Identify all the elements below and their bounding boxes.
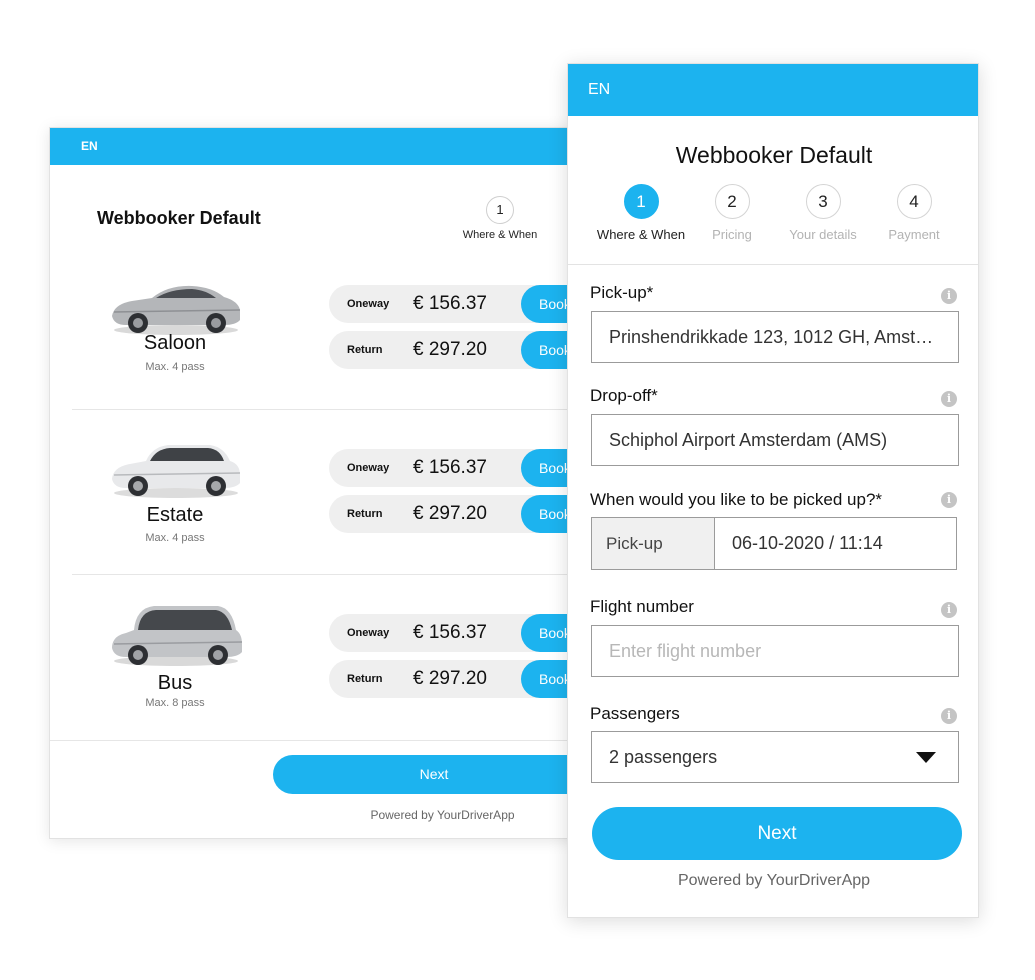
vehicle-capacity: Max. 4 pass [145,532,205,544]
estate-car-image [112,445,241,498]
powered-by: Powered by YourDriverApp [677,872,871,889]
flight-number-label: Flight number [590,597,694,616]
fare-price: € 156.37 [413,457,487,478]
step-where-when[interactable]: 1 Where & When [591,184,691,242]
passengers-value: 2 passengers [609,747,718,767]
vehicle-name: Bus [157,672,193,694]
pickup-datetime-prefix: Pick-up [592,518,715,569]
dropoff-input[interactable]: Schiphol Airport Amsterdam (AMS) [591,414,959,466]
step-label: Where & When [462,229,538,241]
desktop-booking-window: EN Webbooker Default 1 Where & When Salo… [49,127,609,839]
step-label: Your details [789,227,857,242]
steps-divider [568,264,978,265]
step-number: 1 [486,196,514,224]
pickup-datetime-field[interactable]: Pick-up 06-10-2020 / 11:14 [591,517,957,570]
vehicle-capacity: Max. 4 pass [145,361,205,373]
chevron-down-icon [916,752,936,763]
fare-type-label: Return [347,508,383,520]
info-icon[interactable]: i [941,288,957,304]
step-pricing[interactable]: 2 Pricing [682,184,782,242]
step-indicator: 1 Where & When [455,196,545,241]
fare-type-label: Oneway [347,298,390,310]
mobile-booking-window: EN Webbooker Default 1 Where & When 2 Pr… [567,63,979,918]
fare-price: € 297.20 [413,503,487,524]
passengers-label: Passengers [590,704,680,723]
step-number: 2 [714,184,750,219]
step-label: Payment [888,227,940,242]
language-selector[interactable]: EN [50,128,608,165]
flight-number-input[interactable]: Enter flight number [591,625,959,677]
pickup-input[interactable]: Prinshendrikkade 123, 1012 GH, Amsterdam [591,311,959,363]
step-number: 3 [805,184,841,219]
step-payment[interactable]: 4 Payment [864,184,964,242]
next-button[interactable]: Next [273,755,608,794]
step-progress: 1 Where & When 2 Pricing 3 Your details … [583,184,963,244]
info-icon[interactable]: i [941,602,957,618]
page-title: Webbooker Default [675,142,873,168]
stage: EN Webbooker Default 1 Where & When Salo… [0,0,1035,980]
page-title: Webbooker Default [97,208,261,228]
vehicle-name: Saloon [143,332,207,354]
info-icon[interactable]: i [941,708,957,724]
info-icon[interactable]: i [941,492,957,508]
dropoff-label: Drop-off* [590,386,658,405]
step-label: Where & When [596,227,686,242]
vehicle-name: Estate [146,504,204,526]
info-icon[interactable]: i [941,391,957,407]
bus-car-image [112,606,243,666]
powered-by: Powered by YourDriverApp [370,808,515,822]
step-label: Pricing [712,227,752,242]
fare-price: € 297.20 [413,668,487,689]
step-your-details[interactable]: 3 Your details [773,184,873,242]
language-selector[interactable]: EN [568,64,978,116]
vehicle-capacity: Max. 8 pass [145,697,205,709]
step-number: 4 [896,184,932,219]
pickup-datetime-value[interactable]: 06-10-2020 / 11:14 [732,518,883,569]
fare-type-label: Oneway [347,462,390,474]
fare-type-label: Return [347,344,383,356]
fare-price: € 156.37 [413,622,487,643]
footer-divider [50,740,608,741]
pickup-time-label: When would you like to be picked up?* [590,490,883,509]
saloon-car-image [112,285,241,335]
pickup-label: Pick-up* [590,283,654,302]
passengers-select[interactable]: 2 passengers [591,731,959,783]
fare-price: € 297.20 [413,339,487,360]
step-number: 1 [623,184,659,219]
fare-type-label: Return [347,673,383,685]
fare-price: € 156.37 [413,293,487,314]
next-button[interactable]: Next [592,807,962,860]
fare-type-label: Oneway [347,627,390,639]
